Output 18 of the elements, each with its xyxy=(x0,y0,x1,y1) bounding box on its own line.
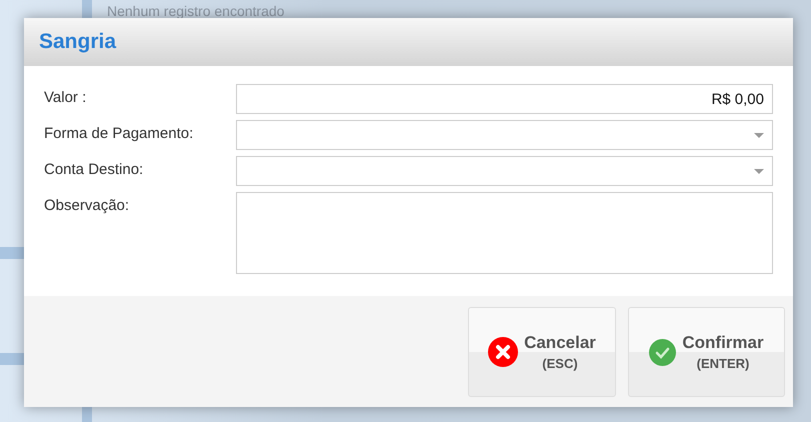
dropdown-field[interactable] xyxy=(236,120,773,150)
confirm-button[interactable]: Confirmar (ENTER) xyxy=(628,307,785,397)
field-label: Valor : xyxy=(44,88,88,106)
caret-icon xyxy=(754,132,764,138)
value-field[interactable]: R$ 0,00 xyxy=(236,84,773,114)
dialog-title: Sangria xyxy=(39,30,116,54)
cancel-button[interactable]: Cancelar (ESC) xyxy=(468,307,616,397)
field-label: Observação: xyxy=(44,196,130,214)
background-bar xyxy=(0,247,24,259)
background-bar xyxy=(0,353,24,365)
field-label: Conta Destino: xyxy=(44,160,144,178)
field-label: Forma de Pagamento: xyxy=(44,124,194,142)
close-icon xyxy=(488,337,518,367)
empty-message: Nenhum registro encontrado xyxy=(107,3,284,19)
check-icon xyxy=(649,338,676,366)
caret-icon xyxy=(754,168,764,174)
text-area[interactable] xyxy=(236,192,773,274)
dropdown-field[interactable] xyxy=(236,156,773,186)
